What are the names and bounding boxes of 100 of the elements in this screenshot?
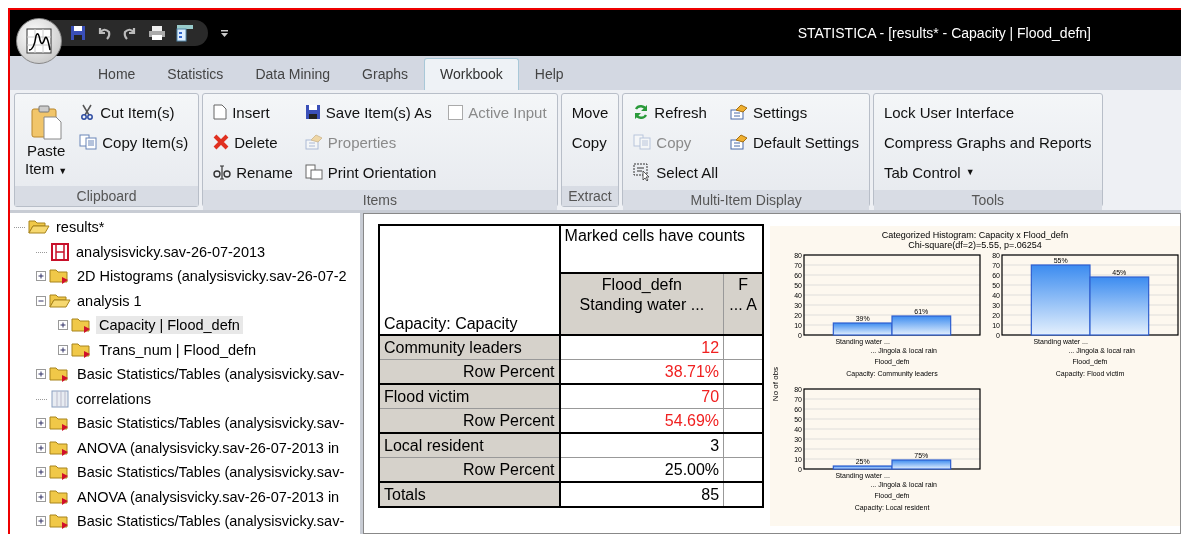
ribbon-tab[interactable]: Workbook — [424, 58, 519, 90]
tree-item[interactable]: 2D Histograms (analysisvicky.sav-26-07-2 — [74, 267, 350, 286]
expand-icon[interactable] — [36, 467, 46, 478]
folder-icon — [49, 365, 71, 384]
table-cell: 3 — [559, 433, 724, 458]
tree-item[interactable]: ANOVA (analysisvicky.sav-26-07-2013 in — [74, 438, 343, 457]
ribbon-button[interactable]: Compress Graphs and Reports — [881, 128, 1094, 156]
ribbon-button[interactable]: Lock User Interface — [881, 98, 1094, 126]
tree-item[interactable]: Trans_num | Flood_defn — [96, 340, 260, 359]
ribbon-button[interactable]: Select All — [631, 158, 720, 186]
expand-icon[interactable] — [58, 344, 68, 355]
group-label: Extract — [561, 186, 619, 206]
copy-icon — [79, 134, 98, 150]
row-label: Local resident — [379, 433, 560, 458]
group-label: Items — [203, 190, 557, 210]
ribbon-tab[interactable]: Statistics — [151, 58, 240, 90]
ribbon-button[interactable]: Refresh — [631, 98, 720, 126]
ribbon-button[interactable]: Cut Item(s) — [77, 98, 191, 126]
row-label: Community leaders — [379, 335, 560, 360]
folder-icon — [49, 512, 71, 531]
chart-subtitle: Chi-square(df=2)=5.55, p=.06254 — [908, 240, 1042, 250]
tree-item[interactable]: results* — [53, 218, 108, 237]
dropdown-button[interactable]: Tab Control ▼ — [881, 158, 1094, 186]
tree-item[interactable]: Basic Statistics/Tables (analysisvicky.sav- — [74, 365, 348, 384]
ribbon-button[interactable]: Default Settings — [728, 128, 861, 156]
settings-icon — [730, 104, 748, 120]
tree-item[interactable]: analysisvicky.sav-26-07-2013 — [73, 242, 269, 261]
table-cell: 12 — [559, 335, 724, 360]
expand-icon[interactable] — [36, 369, 46, 380]
tree-item[interactable]: Basic Statistics/Tables (analysisvicky.sav- — [74, 463, 348, 482]
bar — [1030, 264, 1091, 336]
pages-icon — [304, 164, 323, 180]
folder-icon — [49, 291, 71, 310]
window-title: STATISTICA - [results* - Capacity | Flood_defn] — [797, 25, 1091, 41]
settings-icon — [730, 134, 748, 150]
group-label: Multi-Item Display — [623, 190, 869, 210]
folder-icon — [28, 218, 50, 237]
group-label: Clipboard — [15, 186, 199, 206]
folder-icon — [49, 463, 71, 482]
ribbon-button[interactable]: Insert — [211, 98, 295, 126]
table-header: Capacity: Capacity — [379, 225, 560, 335]
expand-icon[interactable] — [36, 516, 46, 527]
ribbon-button[interactable]: Print Orientation — [302, 158, 439, 186]
tree-item[interactable]: correlations — [73, 389, 154, 408]
undo-icon — [96, 25, 112, 41]
ribbon-button[interactable]: Rename — [211, 158, 295, 186]
redo-icon — [122, 25, 138, 41]
expand-icon[interactable] — [36, 442, 46, 453]
folder-icon — [49, 487, 71, 506]
save-icon — [70, 25, 86, 41]
column-header: F ... A — [723, 273, 763, 335]
ribbon-button[interactable]: Move — [569, 98, 611, 126]
ribbon-button[interactable]: Save Item(s) As — [302, 98, 439, 126]
ribbon-tab[interactable]: Home — [82, 58, 152, 90]
paste-button[interactable]: Paste Item ▼ — [23, 98, 70, 178]
copy-icon — [633, 134, 652, 150]
tree-item[interactable]: Basic Statistics/Tables (analysisvicky.sav- — [74, 512, 348, 531]
column-header: Flood_defn Standing water ... — [559, 273, 724, 335]
axis-title: No of obs — [771, 366, 780, 402]
select-all-icon — [633, 163, 652, 181]
clipboard-icon — [29, 104, 64, 140]
folder-icon — [71, 340, 93, 359]
delete-icon — [213, 134, 230, 150]
table-cell: 85 — [559, 482, 724, 507]
ribbon-button[interactable]: Delete — [211, 128, 295, 156]
folder-icon — [49, 438, 71, 457]
data-file-icon — [50, 242, 70, 261]
ribbon-tab[interactable]: Data Mining — [239, 58, 347, 90]
ribbon-button[interactable]: Copy — [569, 128, 611, 156]
page-icon — [213, 104, 228, 120]
row-label: Totals — [379, 482, 560, 507]
expand-icon[interactable] — [36, 418, 46, 429]
dropdown-icon[interactable] — [220, 28, 229, 38]
tree-item[interactable]: analysis 1 — [74, 291, 145, 310]
tree-item[interactable]: Basic Statistics/Tables (analysisvicky.sav- — [74, 414, 348, 433]
tree-item[interactable]: Capacity | Flood_defn — [96, 316, 243, 335]
panel-icon — [176, 24, 194, 42]
rename-icon — [213, 164, 232, 180]
tree-item[interactable]: ANOVA (analysisvicky.sav-26-07-2013 in — [74, 487, 343, 506]
folder-icon — [49, 414, 71, 433]
ribbon-button[interactable]: Settings — [728, 98, 861, 126]
chart-title: Categorized Histogram: Capacity x Flood_defn — [881, 230, 1069, 240]
folder-icon — [71, 316, 93, 335]
bar — [1089, 276, 1150, 336]
ribbon-tab[interactable]: Help — [518, 58, 580, 90]
ribbon-button[interactable]: Copy Item(s) — [77, 128, 191, 156]
collapse-icon[interactable] — [36, 295, 46, 306]
expand-icon[interactable] — [36, 271, 46, 282]
scissors-icon — [79, 104, 96, 120]
ribbon-tab[interactable]: Graphs — [346, 58, 424, 90]
save-icon — [304, 104, 321, 120]
expand-icon[interactable] — [36, 491, 46, 502]
row-label: Flood victim — [379, 384, 560, 409]
expand-icon[interactable] — [58, 320, 68, 331]
folder-icon — [49, 267, 71, 286]
app-logo-icon[interactable] — [26, 28, 52, 54]
group-label: Tools — [873, 190, 1102, 210]
table-cell: 70 — [559, 384, 724, 409]
settings-icon — [304, 134, 323, 150]
refresh-icon — [633, 104, 650, 120]
